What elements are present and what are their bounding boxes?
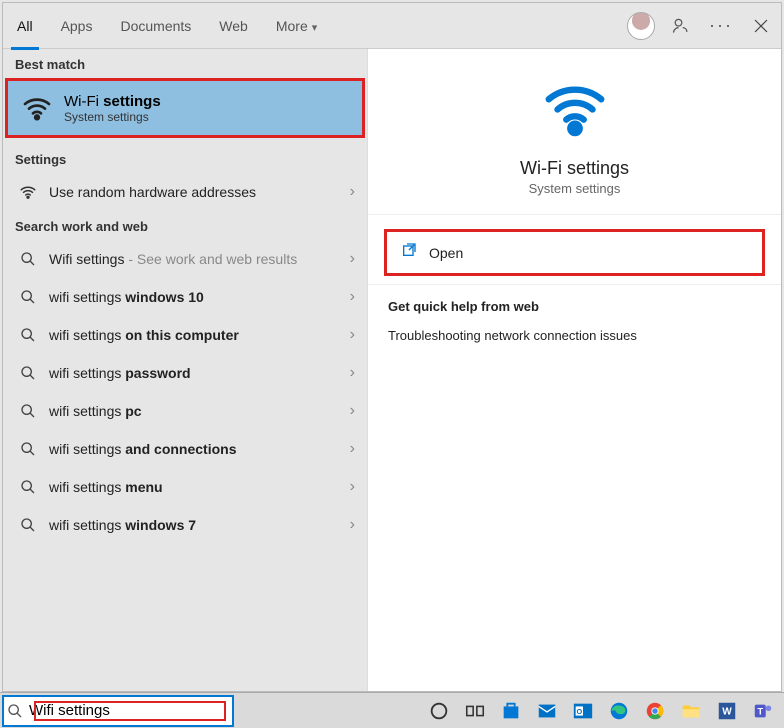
store-icon[interactable] bbox=[494, 696, 528, 726]
best-match-subtitle: System settings bbox=[64, 110, 161, 124]
web-result-row[interactable]: wifi settings menu› bbox=[3, 468, 367, 506]
more-options-icon[interactable]: ··· bbox=[701, 3, 741, 49]
search-icon bbox=[4, 703, 25, 719]
search-panel: All Apps Documents Web More ··· Best mat… bbox=[2, 2, 782, 692]
chevron-right-icon: › bbox=[350, 288, 355, 306]
open-button[interactable]: Open bbox=[384, 229, 765, 276]
wifi-icon bbox=[540, 73, 610, 148]
section-settings: Settings bbox=[3, 144, 367, 173]
section-best-match: Best match bbox=[3, 49, 367, 78]
taskbar-apps: O W T bbox=[422, 696, 784, 726]
web-result-row[interactable]: wifi settings pc› bbox=[3, 392, 367, 430]
feedback-icon[interactable] bbox=[661, 3, 701, 49]
mail-icon[interactable] bbox=[530, 696, 564, 726]
help-link[interactable]: Troubleshooting network connection issue… bbox=[388, 328, 761, 343]
search-icon bbox=[17, 324, 39, 346]
teams-icon[interactable]: T bbox=[746, 696, 780, 726]
tab-documents[interactable]: Documents bbox=[106, 3, 205, 49]
web-result-label: wifi settings on this computer bbox=[49, 327, 350, 343]
best-match-item[interactable]: Wi-Fi settings System settings bbox=[5, 78, 365, 138]
cortana-icon[interactable] bbox=[422, 696, 456, 726]
search-icon bbox=[17, 438, 39, 460]
chevron-right-icon: › bbox=[350, 364, 355, 382]
detail-pane: Wi-Fi settings System settings Open Get … bbox=[367, 49, 781, 691]
chevron-right-icon: › bbox=[350, 402, 355, 420]
web-result-row[interactable]: wifi settings windows 7› bbox=[3, 506, 367, 544]
svg-text:W: W bbox=[722, 706, 732, 717]
detail-title: Wi-Fi settings bbox=[520, 158, 629, 179]
best-match-title: Wi-Fi settings bbox=[64, 93, 161, 110]
web-result-row[interactable]: wifi settings on this computer› bbox=[3, 316, 367, 354]
tab-web[interactable]: Web bbox=[205, 3, 262, 49]
outlook-icon[interactable]: O bbox=[566, 696, 600, 726]
svg-text:T: T bbox=[757, 706, 763, 716]
chevron-right-icon: › bbox=[350, 440, 355, 458]
close-icon[interactable] bbox=[741, 3, 781, 49]
chevron-right-icon: › bbox=[350, 516, 355, 534]
task-view-icon[interactable] bbox=[458, 696, 492, 726]
word-icon[interactable]: W bbox=[710, 696, 744, 726]
web-result-label: wifi settings pc bbox=[49, 403, 350, 419]
search-input[interactable] bbox=[25, 697, 232, 725]
taskbar-search[interactable] bbox=[2, 695, 234, 727]
file-explorer-icon[interactable] bbox=[674, 696, 708, 726]
web-result-row[interactable]: wifi settings and connections› bbox=[3, 430, 367, 468]
settings-row-label: Use random hardware addresses bbox=[49, 184, 350, 200]
web-result-row[interactable]: wifi settings windows 10› bbox=[3, 278, 367, 316]
chevron-right-icon: › bbox=[350, 250, 355, 268]
settings-row[interactable]: Use random hardware addresses › bbox=[3, 173, 367, 211]
search-icon bbox=[17, 476, 39, 498]
open-icon bbox=[401, 242, 417, 263]
chrome-icon[interactable] bbox=[638, 696, 672, 726]
search-icon bbox=[17, 514, 39, 536]
search-icon bbox=[17, 248, 39, 270]
edge-icon[interactable] bbox=[602, 696, 636, 726]
wifi-icon bbox=[20, 91, 54, 125]
tab-more[interactable]: More bbox=[262, 3, 331, 49]
web-result-label: wifi settings password bbox=[49, 365, 350, 381]
user-avatar[interactable] bbox=[621, 3, 661, 49]
search-icon bbox=[17, 362, 39, 384]
svg-text:O: O bbox=[576, 706, 582, 715]
chevron-right-icon: › bbox=[350, 326, 355, 344]
search-icon bbox=[17, 400, 39, 422]
web-result-label: wifi settings windows 10 bbox=[49, 289, 350, 305]
detail-subtitle: System settings bbox=[529, 181, 621, 196]
open-label: Open bbox=[429, 245, 463, 261]
web-result-label: wifi settings windows 7 bbox=[49, 517, 350, 533]
tab-all[interactable]: All bbox=[3, 3, 47, 49]
help-title: Get quick help from web bbox=[388, 299, 761, 314]
web-result-row[interactable]: Wifi settings - See work and web results… bbox=[3, 240, 367, 278]
web-result-label: Wifi settings - See work and web results bbox=[49, 251, 350, 267]
section-search-web: Search work and web bbox=[3, 211, 367, 240]
web-result-row[interactable]: wifi settings password› bbox=[3, 354, 367, 392]
chevron-right-icon: › bbox=[350, 183, 355, 201]
chevron-right-icon: › bbox=[350, 478, 355, 496]
tabs-bar: All Apps Documents Web More ··· bbox=[3, 3, 781, 49]
wifi-icon bbox=[17, 181, 39, 203]
web-result-label: wifi settings and connections bbox=[49, 441, 350, 457]
web-result-label: wifi settings menu bbox=[49, 479, 350, 495]
search-icon bbox=[17, 286, 39, 308]
tab-apps[interactable]: Apps bbox=[47, 3, 107, 49]
taskbar: O W T bbox=[0, 692, 784, 728]
results-list: Best match Wi-Fi settings System setting… bbox=[3, 49, 367, 691]
